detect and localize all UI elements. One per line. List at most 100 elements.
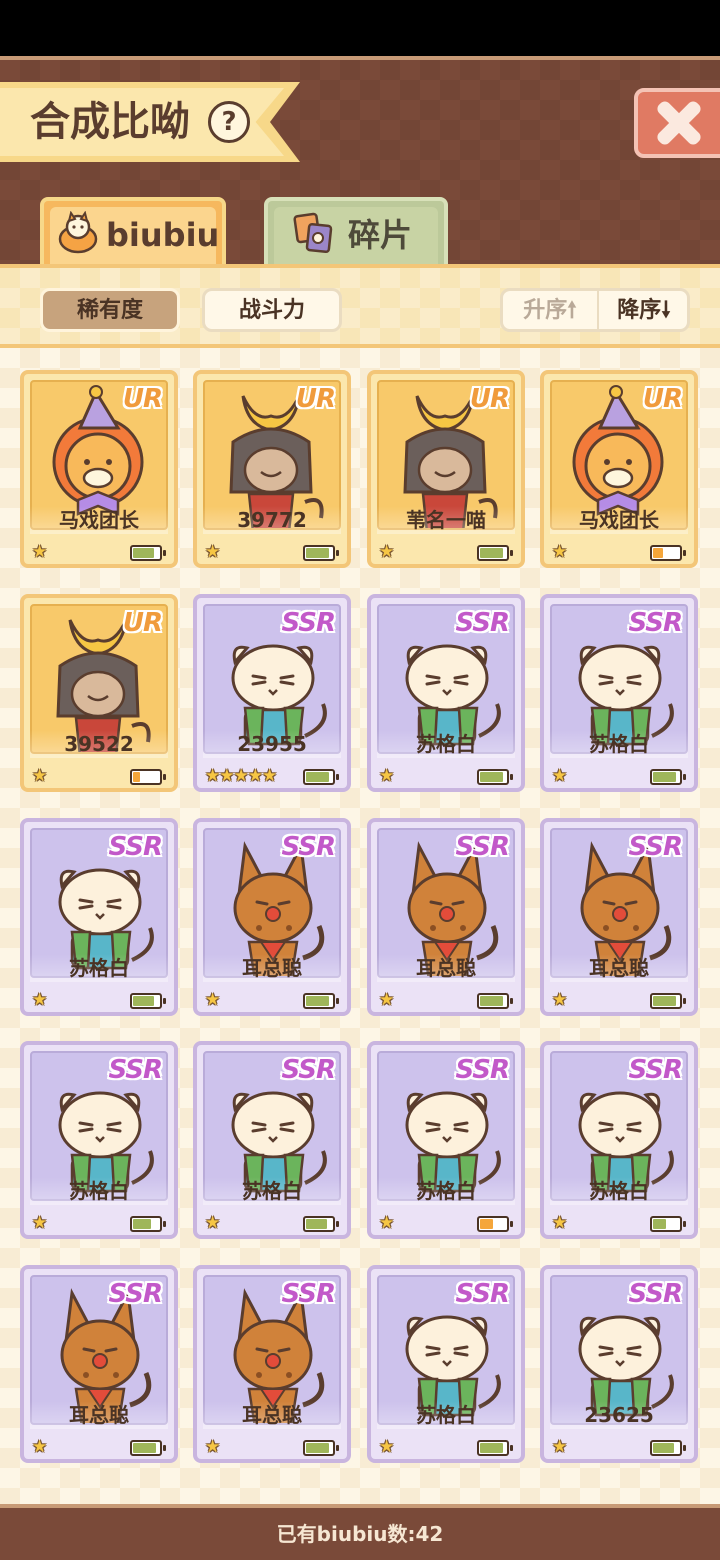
energy-battery-fill	[306, 1219, 327, 1229]
biubiu-card[interactable]: SSR 苏格白 ★	[540, 594, 698, 792]
close-button[interactable]	[634, 88, 720, 158]
energy-battery-icon	[477, 769, 513, 785]
card-name: 苏格白	[550, 1177, 688, 1205]
card-name: 苏格白	[377, 1401, 515, 1429]
energy-battery-icon	[303, 1216, 339, 1232]
energy-battery-fill	[133, 1219, 151, 1229]
card-name: 23955	[203, 730, 341, 758]
energy-battery-icon	[650, 769, 686, 785]
biubiu-card[interactable]: UR 39522 ★	[20, 594, 178, 792]
biubiu-card[interactable]: SSR 苏格白 ★	[193, 1041, 351, 1239]
rarity-badge: SSR	[455, 608, 510, 638]
energy-battery-fill	[653, 772, 676, 782]
rarity-badge: UR	[469, 384, 510, 414]
card-name: 39522	[30, 730, 168, 758]
rarity-badge: UR	[122, 608, 163, 638]
rarity-badge: SSR	[108, 1279, 163, 1309]
energy-battery-fill	[480, 996, 503, 1006]
energy-battery-icon	[130, 993, 166, 1009]
footer-bar: 已有biubiu数:42	[0, 1504, 720, 1560]
sort-by-power-button[interactable]: 战斗力	[202, 288, 342, 332]
card-name: 耳总聪	[30, 1401, 168, 1429]
card-name: 耳总聪	[377, 954, 515, 982]
energy-battery-icon	[477, 993, 513, 1009]
card-name: 苏格白	[30, 1177, 168, 1205]
tab-biubiu[interactable]: biubiu	[40, 197, 226, 265]
star-rating: ★	[32, 542, 47, 562]
biubiu-card[interactable]: SSR 苏格白 ★	[367, 1041, 525, 1239]
star-rating: ★	[379, 990, 394, 1010]
star-rating: ★	[552, 542, 567, 562]
arrow-down-icon: 🠗	[661, 298, 671, 323]
energy-battery-icon	[303, 545, 339, 561]
biubiu-card[interactable]: SSR 苏格白 ★	[20, 818, 178, 1016]
energy-battery-icon	[477, 1440, 513, 1456]
rarity-badge: SSR	[628, 1279, 683, 1309]
rarity-badge: UR	[642, 384, 683, 414]
card-name: 苏格白	[550, 730, 688, 758]
energy-battery-fill	[133, 772, 140, 782]
rarity-badge: SSR	[628, 608, 683, 638]
biubiu-card[interactable]: SSR 苏格白 ★	[367, 1265, 525, 1463]
biubiu-card[interactable]: SSR 耳总聪 ★	[193, 818, 351, 1016]
star-rating: ★	[379, 766, 394, 786]
card-name: 马戏团长	[30, 506, 168, 534]
star-rating: ★	[379, 1437, 394, 1457]
biubiu-card[interactable]: SSR 苏格白 ★	[367, 594, 525, 792]
help-icon[interactable]: ?	[208, 101, 250, 143]
card-name: 马戏团长	[550, 506, 688, 534]
rarity-badge: SSR	[628, 832, 683, 862]
card-name: 耳总聪	[203, 1401, 341, 1429]
biubiu-card[interactable]: SSR 苏格白 ★	[540, 1041, 698, 1239]
star-rating: ★	[552, 1437, 567, 1457]
energy-battery-icon	[303, 769, 339, 785]
tab-fragments-label: 碎片	[348, 216, 413, 254]
star-rating: ★	[205, 990, 220, 1010]
arrow-up-icon: 🠕	[567, 298, 577, 323]
biubiu-card[interactable]: UR 马戏团长 ★	[540, 370, 698, 568]
star-rating: ★	[379, 542, 394, 562]
energy-battery-icon	[650, 1216, 686, 1232]
rarity-badge: UR	[122, 384, 163, 414]
sort-by-rarity-button[interactable]: 稀有度	[40, 288, 180, 332]
energy-battery-fill	[653, 548, 663, 558]
star-rating: ★	[552, 990, 567, 1010]
energy-battery-fill	[653, 1443, 674, 1453]
biubiu-card[interactable]: UR 39772 ★	[193, 370, 351, 568]
energy-battery-fill	[133, 548, 154, 558]
biubiu-card[interactable]: UR 苇名一喵 ★	[367, 370, 525, 568]
rarity-badge: SSR	[628, 1055, 683, 1085]
star-rating: ★	[552, 766, 567, 786]
tab-fragments[interactable]: 碎片	[264, 197, 448, 265]
biubiu-card[interactable]: SSR 23955 ★★★★★	[193, 594, 351, 792]
biubiu-card[interactable]: SSR 23625 ★	[540, 1265, 698, 1463]
biubiu-card[interactable]: SSR 耳总聪 ★	[20, 1265, 178, 1463]
biubiu-card[interactable]: UR 马戏团长 ★	[20, 370, 178, 568]
card-name: 苏格白	[377, 730, 515, 758]
card-name: 苏格白	[377, 1177, 515, 1205]
ascending-button[interactable]: 升序🠕	[503, 291, 597, 329]
page-title: 合成比呦	[30, 99, 190, 145]
energy-battery-fill	[480, 1219, 493, 1229]
card-name: 耳总聪	[550, 954, 688, 982]
rarity-badge: SSR	[281, 1055, 336, 1085]
order-toggle-group: 升序🠕 降序🠗	[500, 288, 690, 332]
descending-button[interactable]: 降序🠗	[597, 291, 689, 329]
star-rating: ★	[32, 990, 47, 1010]
biubiu-card[interactable]: SSR 耳总聪 ★	[193, 1265, 351, 1463]
biubiu-card[interactable]: SSR 耳总聪 ★	[540, 818, 698, 1016]
energy-battery-fill	[653, 1219, 666, 1229]
rarity-badge: SSR	[281, 832, 336, 862]
rarity-badge: SSR	[281, 1279, 336, 1309]
card-name: 23625	[550, 1401, 688, 1429]
biubiu-card[interactable]: SSR 苏格白 ★	[20, 1041, 178, 1239]
star-rating: ★	[552, 1213, 567, 1233]
energy-battery-icon	[130, 545, 166, 561]
rarity-badge: SSR	[108, 832, 163, 862]
card-name: 39772	[203, 506, 341, 534]
energy-battery-fill	[653, 996, 676, 1006]
biubiu-card[interactable]: SSR 耳总聪 ★	[367, 818, 525, 1016]
rarity-badge: SSR	[281, 608, 336, 638]
star-rating: ★	[205, 542, 220, 562]
energy-battery-fill	[306, 996, 329, 1006]
